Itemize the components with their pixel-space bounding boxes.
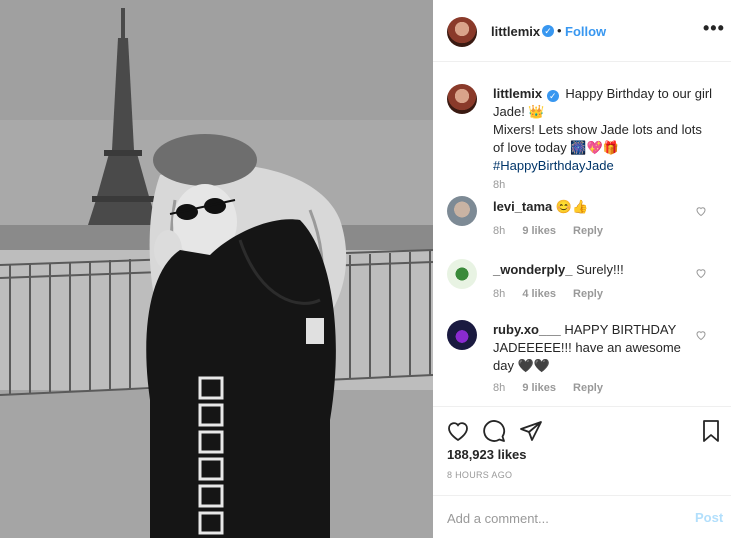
comment-likes[interactable]: 9 likes: [522, 382, 556, 394]
comment-likes[interactable]: 9 likes: [522, 225, 556, 237]
comment-username[interactable]: _wonderply_: [493, 262, 572, 277]
add-comment-input[interactable]: [447, 508, 677, 528]
author-username[interactable]: littlemix: [491, 24, 540, 39]
comment-text: _wonderply_ Surely!!!: [493, 261, 683, 279]
photo-illustration: [0, 0, 433, 538]
comment-bubble-icon[interactable]: [482, 419, 506, 443]
reply-button[interactable]: Reply: [573, 225, 603, 237]
caption-username[interactable]: littlemix: [493, 86, 542, 101]
comment-likes[interactable]: 4 likes: [522, 288, 556, 300]
author-avatar[interactable]: [447, 17, 477, 47]
caption-hashtag[interactable]: #HappyBirthdayJade: [493, 158, 614, 173]
comment-username[interactable]: levi_tama: [493, 199, 552, 214]
post-comment-button[interactable]: Post: [695, 510, 723, 525]
post-header: littlemix ✓ • Follow •••: [433, 0, 731, 62]
comment-username[interactable]: ruby.xo___: [493, 322, 561, 337]
comment-text: levi_tama 😊👍: [493, 198, 683, 216]
like-comment-heart-icon[interactable]: [695, 205, 707, 217]
share-direct-icon[interactable]: [519, 419, 543, 443]
post-time[interactable]: 8 HOURS AGO: [447, 470, 512, 480]
follow-button[interactable]: Follow: [565, 24, 606, 39]
comment-time[interactable]: 8h: [493, 225, 505, 237]
likes-count[interactable]: 188,923 likes: [447, 447, 527, 462]
comments-list[interactable]: littlemix ✓ Happy Birthday to our girl J…: [433, 62, 731, 406]
caption: littlemix ✓ Happy Birthday to our girl J…: [493, 85, 715, 175]
reply-button[interactable]: Reply: [573, 382, 603, 394]
caption-avatar[interactable]: [447, 84, 477, 114]
caption-meta: 8h: [493, 179, 519, 191]
post-photo[interactable]: [0, 0, 433, 538]
comment-meta: 8h 4 likes Reply: [493, 288, 617, 300]
like-heart-icon[interactable]: [446, 419, 470, 443]
like-comment-heart-icon[interactable]: [695, 267, 707, 279]
verified-icon: ✓: [546, 90, 559, 102]
like-comment-heart-icon[interactable]: [695, 329, 707, 341]
header-separator: •: [557, 23, 562, 38]
comment-time[interactable]: 8h: [493, 288, 505, 300]
comment-avatar[interactable]: [447, 320, 477, 350]
add-comment-bar: Post: [433, 495, 731, 538]
comment-time[interactable]: 8h: [493, 382, 505, 394]
comment-body: 😊👍: [555, 199, 589, 214]
comment-text: ruby.xo___ HAPPY BIRTHDAY JADEEEEE!!! ha…: [493, 321, 683, 375]
caption-line2: Mixers! Lets show Jade lots and lots of …: [493, 122, 702, 155]
actions-bar: 188,923 likes 8 HOURS AGO Post: [433, 406, 731, 538]
more-options-icon[interactable]: •••: [703, 18, 725, 39]
comment-meta: 8h 9 likes Reply: [493, 382, 617, 394]
comment-body: Surely!!!: [576, 262, 624, 277]
bookmark-save-icon[interactable]: [699, 419, 723, 443]
comment-avatar[interactable]: [447, 259, 477, 289]
comment-meta: 8h 9 likes Reply: [493, 225, 617, 237]
reply-button[interactable]: Reply: [573, 288, 603, 300]
post-panel: littlemix ✓ • Follow ••• littlemix ✓ Hap…: [433, 0, 731, 538]
verified-icon: ✓: [542, 25, 554, 37]
comment-avatar[interactable]: [447, 196, 477, 226]
caption-time[interactable]: 8h: [493, 179, 505, 191]
